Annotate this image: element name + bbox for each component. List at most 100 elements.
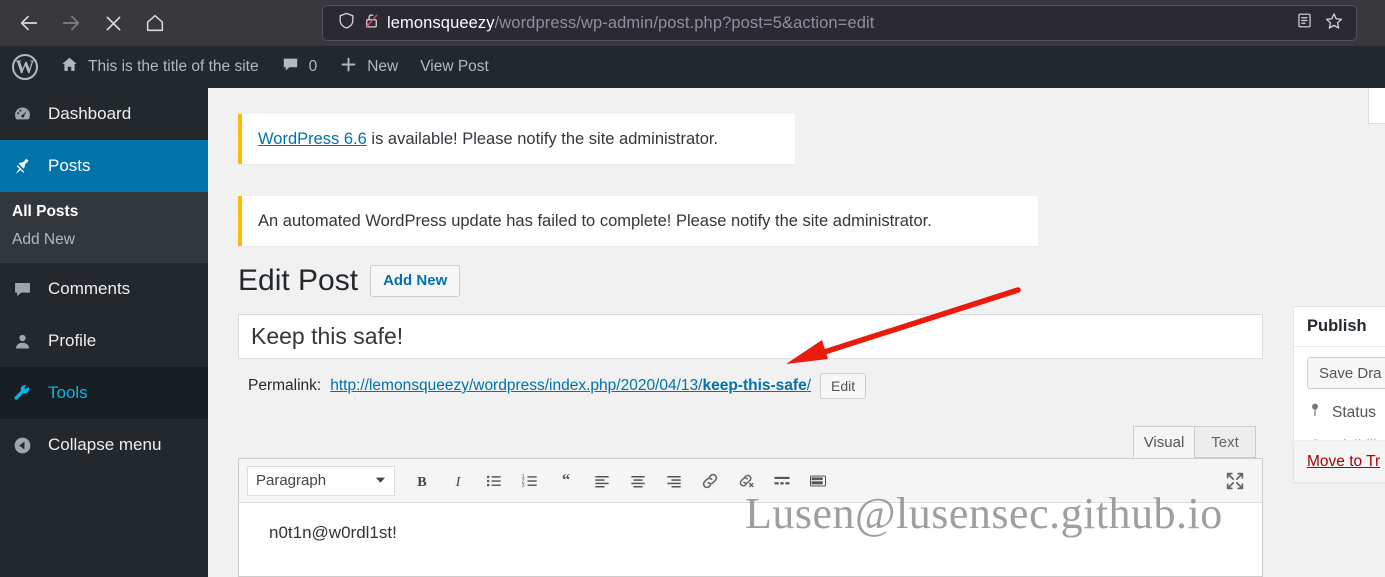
edit-permalink-button[interactable]: Edit bbox=[820, 373, 867, 399]
permalink-suffix: / bbox=[806, 377, 812, 394]
shield-icon[interactable] bbox=[337, 11, 356, 35]
italic-icon[interactable]: I bbox=[441, 465, 475, 497]
back-button[interactable] bbox=[10, 6, 48, 40]
sidebar-subitem-label: All Posts bbox=[12, 203, 79, 220]
stop-button[interactable] bbox=[94, 6, 132, 40]
sidebar-subitem-add-new[interactable]: Add New bbox=[0, 226, 208, 254]
permalink-prefix: http://lemonsqueezy/wordpress/index.php/… bbox=[330, 377, 703, 394]
publish-metabox-footer: Move to Tr bbox=[1294, 440, 1385, 482]
permalink-link[interactable]: http://lemonsqueezy/wordpress/index.php/… bbox=[330, 377, 811, 395]
sidebar-subitem-all-posts[interactable]: All Posts bbox=[0, 198, 208, 226]
sidebar-item-tools[interactable]: Tools bbox=[0, 367, 208, 419]
post-title-input[interactable]: Keep this safe! bbox=[238, 314, 1263, 359]
posts-submenu: All Posts Add New bbox=[0, 192, 208, 263]
sidebar-item-dashboard[interactable]: Dashboard bbox=[0, 88, 208, 140]
site-name-menu[interactable]: This is the title of the site bbox=[49, 46, 270, 88]
wordpress-version-link[interactable]: WordPress 6.6 bbox=[258, 130, 367, 148]
url-host: lemonsqueezy bbox=[387, 13, 495, 32]
notice-wordpress-update: WordPress 6.6 is available! Please notif… bbox=[238, 114, 795, 164]
collapse-arrow-icon bbox=[12, 435, 48, 456]
save-draft-button[interactable]: Save Dra bbox=[1307, 357, 1385, 389]
format-select-value: Paragraph bbox=[256, 472, 327, 489]
view-post-link[interactable]: View Post bbox=[409, 46, 500, 88]
wp-admin-bar: W This is the title of the site 0 New Vi… bbox=[0, 46, 1385, 88]
chevron-down-icon bbox=[375, 472, 386, 489]
admin-sidebar: Dashboard Posts All Posts Add New Commen… bbox=[0, 88, 216, 577]
notice-update-failed: An automated WordPress update has failed… bbox=[238, 196, 1038, 246]
screen-meta-panel[interactable] bbox=[1368, 88, 1385, 124]
pin-icon bbox=[12, 156, 48, 177]
forward-button[interactable] bbox=[52, 6, 90, 40]
publish-metabox: Publish Save Dra Status Visibili Move bbox=[1293, 306, 1385, 483]
url-text[interactable]: lemonsqueezy/wordpress/wp-admin/post.php… bbox=[387, 14, 1295, 33]
wordpress-logo-icon: W bbox=[12, 54, 38, 80]
url-path: /wordpress/wp-admin/post.php?post=5&acti… bbox=[494, 13, 875, 32]
publish-status-label: Status bbox=[1332, 403, 1376, 421]
add-new-button[interactable]: Add New bbox=[370, 265, 461, 297]
watermark-text: Lusen@lusensec.github.io bbox=[745, 489, 1223, 538]
home-button[interactable] bbox=[136, 6, 174, 40]
screenshot-root: lemonsqueezy/wordpress/wp-admin/post.php… bbox=[0, 0, 1385, 577]
address-bar-actions bbox=[1295, 11, 1350, 36]
dashboard-gauge-icon bbox=[12, 104, 48, 125]
svg-text:3: 3 bbox=[522, 483, 525, 489]
notice-text: An automated WordPress update has failed… bbox=[258, 211, 932, 230]
sidebar-item-comments[interactable]: Comments bbox=[0, 263, 208, 315]
permalink-row: Permalink: http://lemonsqueezy/wordpress… bbox=[248, 373, 867, 399]
move-to-trash-link[interactable]: Move to Tr bbox=[1307, 453, 1380, 471]
bulleted-list-icon[interactable] bbox=[477, 465, 511, 497]
browser-toolbar: lemonsqueezy/wordpress/wp-admin/post.php… bbox=[0, 0, 1385, 46]
address-bar[interactable]: lemonsqueezy/wordpress/wp-admin/post.php… bbox=[322, 5, 1357, 41]
numbered-list-icon[interactable]: 123 bbox=[513, 465, 547, 497]
sidebar-item-collapse-menu[interactable]: Collapse menu bbox=[0, 419, 208, 471]
permalink-slug: keep-this-safe bbox=[702, 377, 807, 394]
comments-menu[interactable]: 0 bbox=[270, 46, 329, 88]
sidebar-item-label: Tools bbox=[48, 383, 88, 402]
align-center-icon[interactable] bbox=[621, 465, 655, 497]
reader-view-icon[interactable] bbox=[1295, 11, 1314, 35]
sidebar-item-label: Profile bbox=[48, 331, 97, 350]
new-content-menu[interactable]: New bbox=[328, 46, 409, 88]
permalink-label: Permalink: bbox=[248, 377, 322, 394]
sidebar-item-label: Posts bbox=[48, 156, 91, 175]
user-icon bbox=[12, 331, 48, 352]
tab-text[interactable]: Text bbox=[1194, 426, 1256, 458]
editor-mode-tabs: Visual Text bbox=[1133, 426, 1256, 458]
tab-visual[interactable]: Visual bbox=[1133, 426, 1195, 458]
new-label: New bbox=[367, 58, 399, 75]
comment-bubble-icon bbox=[281, 55, 300, 79]
sidebar-item-profile[interactable]: Profile bbox=[0, 315, 208, 367]
star-icon[interactable] bbox=[1324, 11, 1344, 36]
sidebar-item-label: Dashboard bbox=[48, 104, 132, 123]
align-right-icon[interactable] bbox=[657, 465, 691, 497]
paragraph-format-select[interactable]: Paragraph bbox=[247, 465, 395, 496]
comment-bubble-icon bbox=[12, 279, 48, 300]
browser-nav-buttons bbox=[0, 6, 174, 40]
page-title-row: Edit Post Add New bbox=[238, 264, 461, 298]
svg-text:B: B bbox=[417, 474, 427, 490]
link-icon[interactable] bbox=[693, 465, 727, 497]
sidebar-item-posts[interactable]: Posts bbox=[0, 140, 216, 192]
comments-count: 0 bbox=[308, 58, 318, 75]
publish-status-row[interactable]: Status bbox=[1307, 402, 1385, 423]
page-title: Edit Post bbox=[238, 264, 359, 297]
notice-text: is available! Please notify the site adm… bbox=[366, 129, 719, 148]
publish-metabox-title: Publish bbox=[1294, 307, 1385, 347]
blockquote-icon[interactable]: “ bbox=[549, 465, 583, 497]
plus-icon bbox=[339, 55, 358, 79]
sidebar-subitem-label: Add New bbox=[12, 231, 75, 248]
pin-marker-icon bbox=[1307, 402, 1323, 423]
home-icon bbox=[60, 55, 79, 79]
bold-icon[interactable]: B bbox=[405, 465, 439, 497]
sidebar-item-label: Collapse menu bbox=[48, 435, 162, 454]
site-title: This is the title of the site bbox=[88, 58, 259, 75]
address-bar-icons bbox=[329, 11, 387, 35]
lock-broken-icon[interactable] bbox=[362, 11, 381, 35]
sidebar-item-label: Comments bbox=[48, 279, 131, 298]
wrench-icon bbox=[12, 383, 48, 404]
wp-logo-menu[interactable]: W bbox=[0, 46, 49, 88]
fullscreen-icon[interactable] bbox=[1218, 465, 1252, 497]
svg-text:I: I bbox=[455, 474, 462, 490]
view-post-label: View Post bbox=[420, 58, 489, 75]
align-left-icon[interactable] bbox=[585, 465, 619, 497]
